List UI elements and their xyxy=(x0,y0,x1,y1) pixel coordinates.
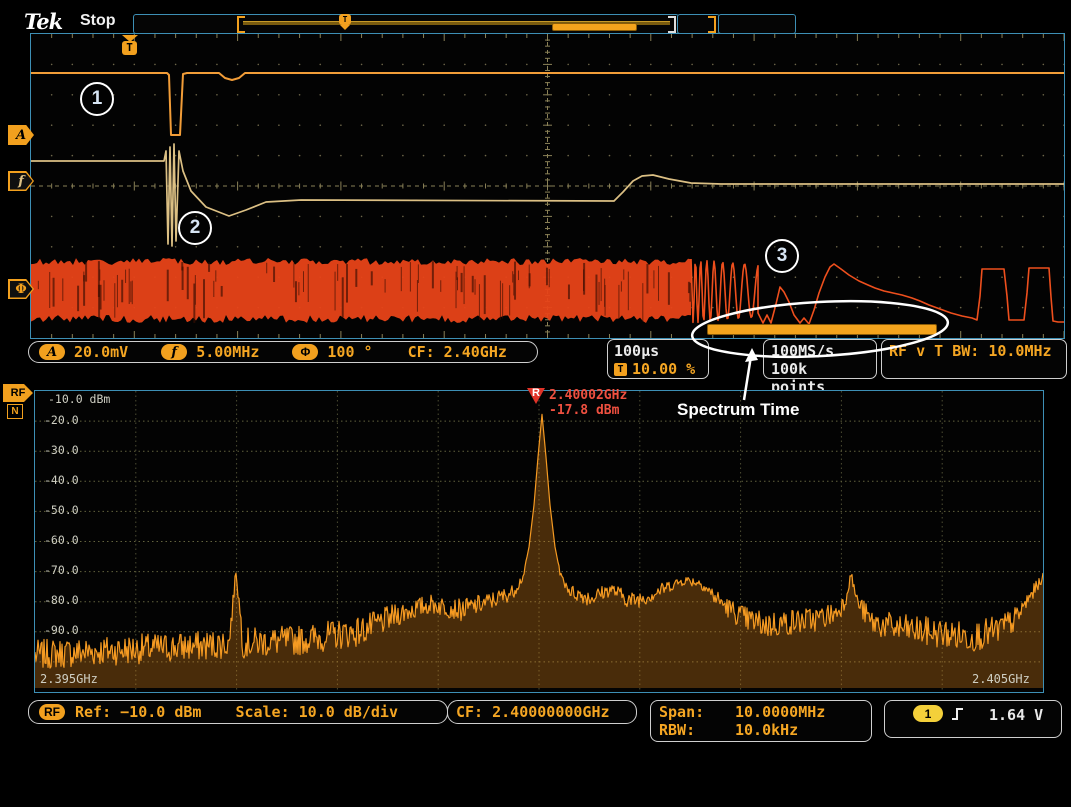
span-value: 10.0000MHz xyxy=(735,703,825,721)
ref-level-readout: Ref: −10.0 dBm xyxy=(75,703,201,721)
reference-marker-letter: R xyxy=(532,387,540,399)
cf-value: CF: 2.40000000GHz xyxy=(456,703,610,721)
timebase-readout[interactable]: 100µs T 10.00 % xyxy=(607,339,709,379)
rising-edge-icon xyxy=(951,706,964,726)
amplitude-badge: A xyxy=(39,344,65,360)
spectrum-trace xyxy=(35,391,1043,692)
y-axis-label: -50.0 xyxy=(44,503,79,517)
ref-level-label: -10.0 dBm xyxy=(48,392,110,406)
scale-readout: Scale: 10.0 dB/div xyxy=(235,703,398,721)
rf-time-readout-bar[interactable]: A 20.0mV f 5.00MHz Φ 100 ° CF: 2.40GHz xyxy=(28,341,538,363)
horizontal-scale: 100µs xyxy=(614,342,702,360)
timeline-pan-box[interactable] xyxy=(718,14,796,34)
trigger-position-marker: T xyxy=(122,35,138,55)
y-axis-label: -60.0 xyxy=(44,533,79,547)
normal-trace-badge: N xyxy=(7,404,23,419)
center-frequency-readout[interactable]: CF: 2.40000000GHz xyxy=(447,700,637,724)
time-domain-graticule xyxy=(30,33,1065,339)
start-frequency-label: 2.395GHz xyxy=(40,672,98,686)
spectrum-time-label: Spectrum Time xyxy=(677,400,800,420)
trigger-level-readout: 1.64 V xyxy=(989,706,1043,724)
phase-readout: 100 ° xyxy=(327,343,372,361)
timeline-bracket-zoom xyxy=(708,16,716,33)
rf-bandwidth-readout[interactable]: RF v T BW: 10.0MHz xyxy=(881,339,1067,379)
timeline-bracket-close xyxy=(668,16,676,33)
y-axis-label: -30.0 xyxy=(44,443,79,457)
timeline-trigger-marker: T xyxy=(339,14,351,30)
marker-frequency-readout: 2.40002GHz xyxy=(549,388,627,403)
callout-1: 1 xyxy=(80,82,114,116)
rbw-value: 10.0kHz xyxy=(735,721,798,739)
y-axis-label: -40.0 xyxy=(44,473,79,487)
span-rbw-readout[interactable]: Span: 10.0000MHz RBW: 10.0kHz xyxy=(650,700,872,742)
amplitude-readout: 20.0mV xyxy=(74,343,128,361)
channel-1-badge: 1 xyxy=(913,705,943,722)
oscilloscope-screen: Tek Stop T T A f Φ A 20.0mV f 5.00MHz Φ … xyxy=(0,0,1071,807)
rbw-label: RBW: xyxy=(659,721,735,739)
trigger-badge: T xyxy=(614,363,627,376)
spectrum-graticule xyxy=(34,390,1044,693)
span-label: Span: xyxy=(659,703,735,721)
callout-2: 2 xyxy=(178,211,212,245)
tek-logo: Tek xyxy=(24,9,62,34)
annotation-arrow-head xyxy=(745,348,758,362)
rf-badge: RF xyxy=(39,704,65,720)
rf-spectrum-readout-bar[interactable]: RF Ref: −10.0 dBm Scale: 10.0 dB/div xyxy=(28,700,448,724)
stop-frequency-label: 2.405GHz xyxy=(972,672,1030,686)
callout-3: 3 xyxy=(765,239,799,273)
y-axis-label: -20.0 xyxy=(44,413,79,427)
sample-rate: 100MS/s xyxy=(771,342,869,360)
phase-badge: Φ xyxy=(292,344,318,360)
timeline-bracket-open xyxy=(237,16,245,33)
timeline-highlight-bar xyxy=(552,23,637,31)
record-readout[interactable]: 100MS/s 100k points xyxy=(763,339,877,379)
trigger-position-readout: 10.00 % xyxy=(632,360,695,378)
spectrum-time-bar xyxy=(707,324,937,335)
y-axis-label: -70.0 xyxy=(44,563,79,577)
rf-vs-time-bw: RF v T BW: 10.0MHz xyxy=(889,342,1059,360)
frequency-readout: 5.00MHz xyxy=(196,343,259,361)
rf-channel-badge: RF xyxy=(3,384,33,402)
y-axis-label: -80.0 xyxy=(44,593,79,607)
cf-readout: CF: 2.40GHz xyxy=(408,343,507,361)
frequency-badge: f xyxy=(161,344,187,360)
marker-amplitude-readout: -17.8 dBm xyxy=(549,403,619,418)
trigger-readout[interactable]: 1 1.64 V xyxy=(884,700,1062,738)
y-axis-label: -90.0 xyxy=(44,623,79,637)
time-domain-traces xyxy=(31,34,1064,338)
acquisition-status: Stop xyxy=(80,12,116,30)
